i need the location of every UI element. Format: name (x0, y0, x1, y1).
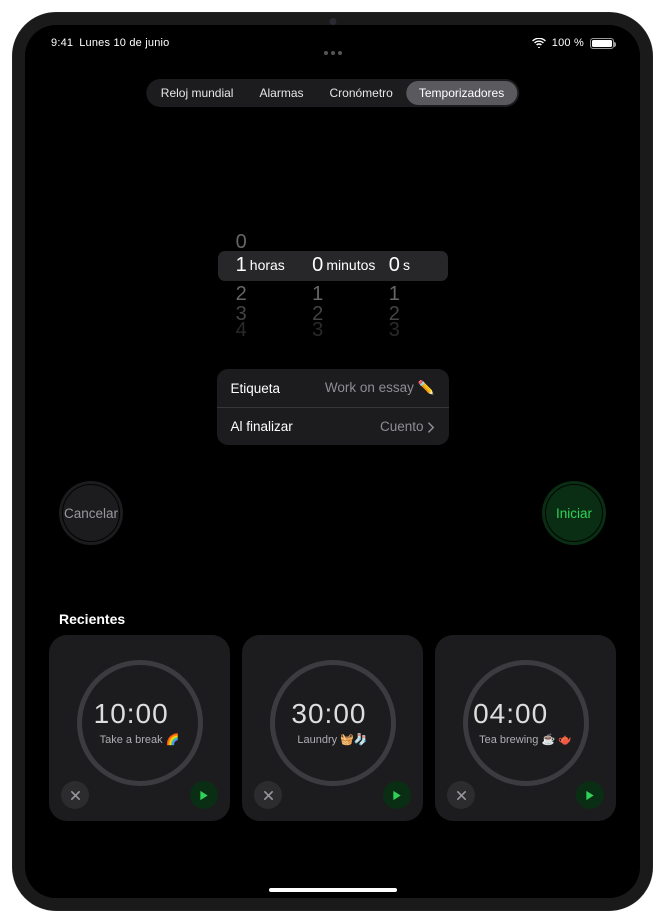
tab-stopwatch[interactable]: Cronómetro (316, 81, 405, 105)
recent-timer-card[interactable]: 04:00 Tea brewing ☕️ 🫖 (435, 635, 616, 821)
picker-seconds-unit: s (403, 257, 410, 273)
delete-recent-button[interactable] (447, 781, 475, 809)
start-recent-button[interactable] (383, 781, 411, 809)
cancel-button-label: Cancelar (64, 506, 118, 521)
when-ends-row[interactable]: Al finalizar Cuento (217, 407, 449, 445)
timer-dial-icon (463, 660, 589, 786)
recent-timer-card[interactable]: 30:00 Laundry 🧺🧦 (242, 635, 423, 821)
tab-world-clock[interactable]: Reloj mundial (148, 81, 247, 105)
picker-hours-option: 0 (218, 231, 247, 254)
wifi-icon (532, 38, 546, 48)
picker-hours-column[interactable]: 0 1 2 3 4 horas (218, 195, 295, 345)
status-date: Lunes 10 de junio (79, 37, 169, 49)
picker-hours-unit: horas (250, 257, 285, 273)
timer-settings-list: Etiqueta Work on essay ✏️ Al finalizar C… (217, 369, 449, 445)
delete-recent-button[interactable] (254, 781, 282, 809)
when-ends-row-label: Al finalizar (231, 419, 293, 434)
status-time: 9:41 (51, 37, 73, 49)
when-ends-row-value: Cuento (380, 419, 424, 434)
delete-recent-button[interactable] (61, 781, 89, 809)
tab-timers[interactable]: Temporizadores (406, 81, 517, 105)
timer-dial-icon (270, 660, 396, 786)
start-button[interactable]: Iniciar (542, 481, 606, 545)
start-recent-button[interactable] (190, 781, 218, 809)
picker-minutes-option: 3 (294, 319, 323, 342)
multitasking-indicator-icon (323, 51, 343, 56)
recents-heading: Recientes (59, 611, 125, 627)
picker-hours-option: 4 (218, 319, 247, 342)
tab-alarms[interactable]: Alarmas (246, 81, 316, 105)
front-camera (329, 18, 336, 25)
start-button-label: Iniciar (556, 506, 592, 521)
screen: 9:41 Lunes 10 de junio 100 % Reloj mundi… (25, 25, 640, 898)
picker-hours-selected: 1 (218, 254, 247, 277)
start-recent-button[interactable] (576, 781, 604, 809)
duration-picker[interactable]: 0 1 2 3 4 horas 0 1 2 3 minutos 0 1 2 3 … (218, 195, 448, 345)
tab-bar: Reloj mundial Alarmas Cronómetro Tempori… (146, 79, 519, 107)
picker-seconds-column[interactable]: 0 1 2 3 s (371, 195, 448, 345)
picker-minutes-unit: minutos (326, 257, 375, 273)
recents-list: 10:00 Take a break 🌈 30:00 Laundry 🧺🧦 (49, 635, 616, 821)
recent-timer-card[interactable]: 10:00 Take a break 🌈 (49, 635, 230, 821)
picker-seconds-option: 3 (371, 319, 400, 342)
picker-seconds-selected: 0 (371, 254, 400, 277)
label-row-value: Work on essay ✏️ (325, 380, 435, 396)
cancel-button[interactable]: Cancelar (59, 481, 123, 545)
picker-minutes-column[interactable]: 0 1 2 3 minutos (294, 195, 371, 345)
timer-dial-icon (77, 660, 203, 786)
battery-icon (590, 38, 614, 49)
battery-percent: 100 % (552, 37, 584, 49)
label-row[interactable]: Etiqueta Work on essay ✏️ (217, 369, 449, 407)
label-row-label: Etiqueta (231, 381, 281, 396)
picker-minutes-selected: 0 (294, 254, 323, 277)
home-indicator[interactable] (269, 888, 397, 893)
chevron-right-icon (428, 421, 435, 432)
